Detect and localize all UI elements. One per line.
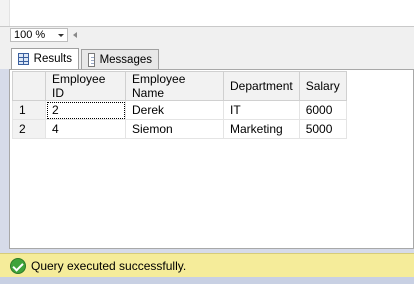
messages-icon bbox=[88, 52, 95, 67]
cell-employee-name[interactable]: Siemon bbox=[125, 119, 224, 139]
cell-employee-name[interactable]: Derek bbox=[125, 100, 224, 120]
row-number[interactable]: 2 bbox=[12, 119, 46, 139]
tab-results-label: Results bbox=[33, 53, 72, 65]
results-grid: Employee ID Employee Name Department Sal… bbox=[12, 71, 347, 139]
status-text: Query executed successfully. bbox=[31, 258, 187, 273]
scroll-left-icon[interactable] bbox=[73, 32, 77, 38]
column-header-department[interactable]: Department bbox=[223, 71, 300, 101]
query-editor[interactable] bbox=[0, 0, 414, 26]
tab-messages-label: Messages bbox=[99, 53, 152, 66]
editor-margin bbox=[0, 0, 10, 26]
status-bar: Query executed successfully. bbox=[0, 253, 414, 277]
cell-salary[interactable]: 5000 bbox=[298, 119, 347, 139]
cell-department[interactable]: IT bbox=[223, 100, 300, 120]
zoom-select[interactable]: 100 % bbox=[10, 28, 68, 42]
row-number[interactable]: 1 bbox=[12, 100, 46, 120]
row-header-corner[interactable] bbox=[12, 71, 46, 101]
results-tab-strip: Results Messages bbox=[0, 43, 414, 69]
tab-messages[interactable]: Messages bbox=[81, 49, 159, 69]
cell-employee-id[interactable]: 2 bbox=[45, 100, 126, 120]
column-header-salary[interactable]: Salary bbox=[298, 71, 347, 101]
zoom-bar: 100 % bbox=[0, 26, 414, 43]
grid-icon bbox=[18, 53, 29, 65]
table-row: 2 4 Siemon Marketing 5000 bbox=[12, 119, 347, 139]
cell-salary[interactable]: 6000 bbox=[298, 100, 347, 120]
table-row: 1 2 Derek IT 6000 bbox=[12, 100, 347, 120]
success-check-icon bbox=[10, 257, 26, 274]
tab-results[interactable]: Results bbox=[11, 48, 79, 69]
zoom-value: 100 % bbox=[14, 29, 46, 41]
chevron-down-icon[interactable] bbox=[58, 33, 64, 37]
column-header-employee-id[interactable]: Employee ID bbox=[45, 71, 126, 101]
column-header-employee-name[interactable]: Employee Name bbox=[125, 71, 224, 101]
window-bottom-strip bbox=[0, 277, 414, 284]
cell-department[interactable]: Marketing bbox=[223, 119, 300, 139]
header-row: Employee ID Employee Name Department Sal… bbox=[12, 71, 347, 101]
results-pane: Employee ID Employee Name Department Sal… bbox=[9, 69, 414, 249]
cell-employee-id[interactable]: 4 bbox=[45, 119, 126, 139]
